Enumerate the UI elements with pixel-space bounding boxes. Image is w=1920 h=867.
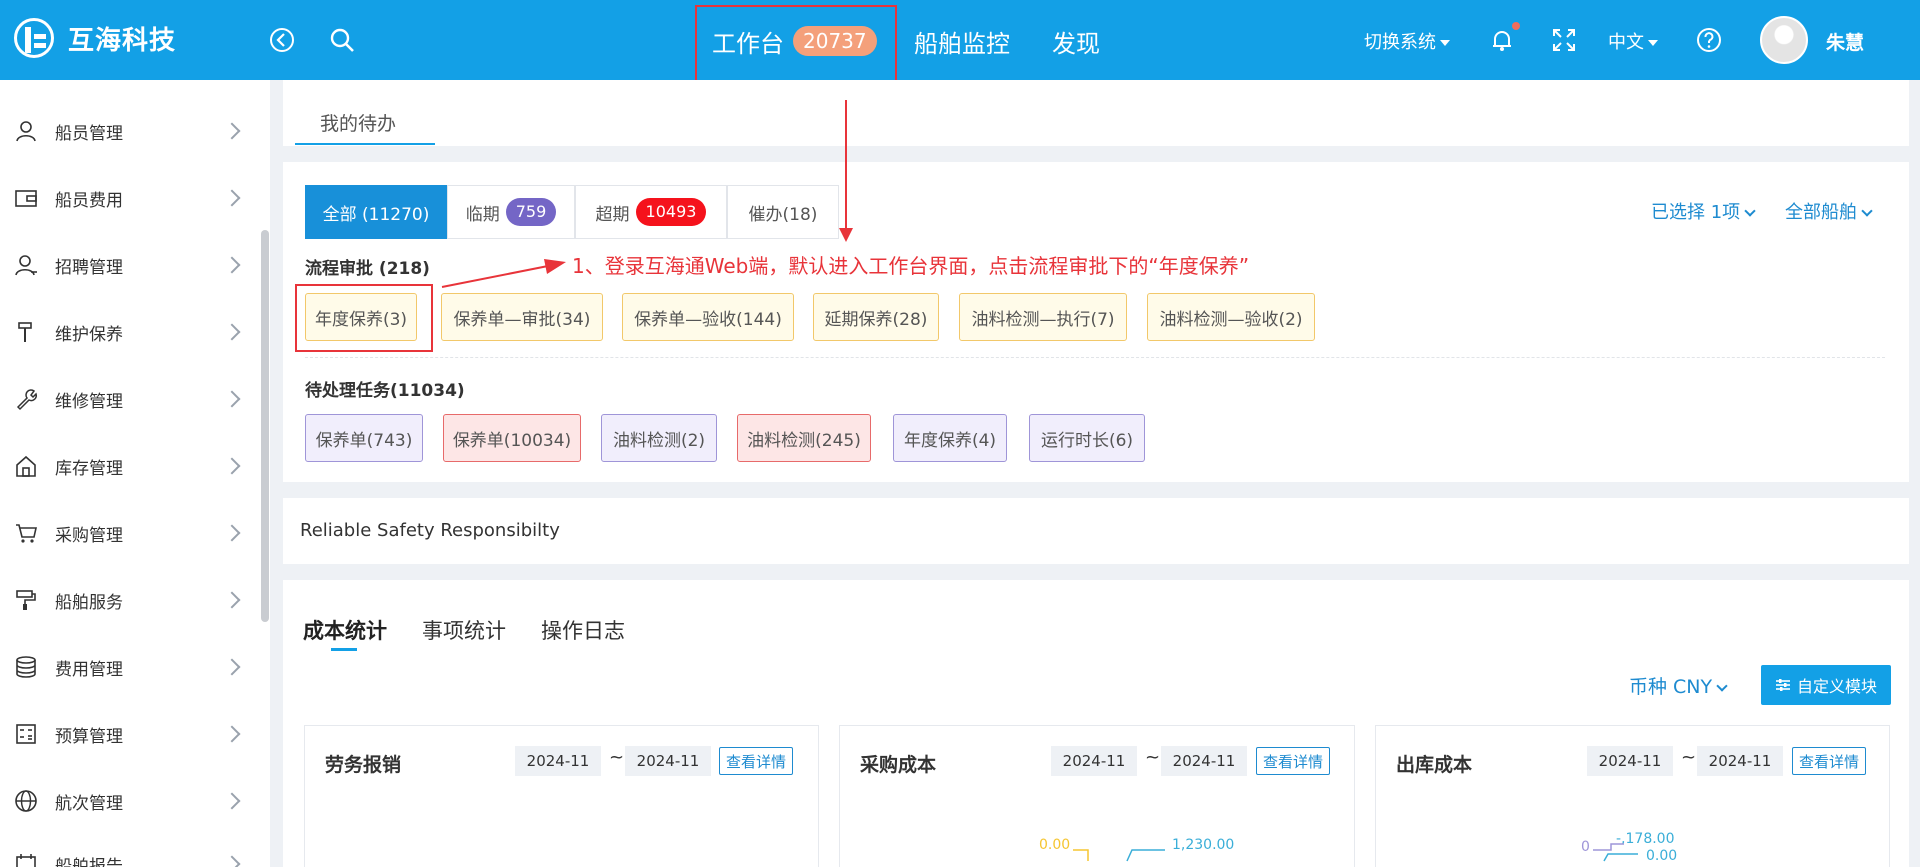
- currency-label: 币种 CNY: [1629, 676, 1713, 698]
- outbound-cost-card: 出库成本 2024-11 ~ 2024-11 查看详情 0 -,178.00 0…: [1375, 725, 1890, 867]
- date-from-value: 2024-11: [526, 752, 590, 770]
- view-detail-label: 查看详情: [726, 752, 787, 771]
- tab-cost-stats[interactable]: 成本统计: [303, 615, 387, 645]
- date-from-picker[interactable]: 2024-11: [515, 746, 601, 776]
- date-to-value: 2024-11: [636, 752, 700, 770]
- card-title: 劳务报销: [325, 754, 402, 776]
- view-detail-button[interactable]: 查看详情: [719, 747, 794, 775]
- stats-tab-underline: [331, 648, 357, 651]
- date-range-separator: ~: [609, 747, 625, 768]
- tab-operation-log[interactable]: 操作日志: [541, 615, 625, 645]
- labor-reimbursement-card: 劳务报销 2024-11 ~ 2024-11 查看详情: [304, 725, 819, 867]
- purchase-cost-chart-lines: [1073, 849, 1165, 862]
- currency-dropdown[interactable]: 币种 CNY: [1629, 672, 1728, 699]
- custom-module-button[interactable]: 自定义模块: [1761, 665, 1891, 705]
- chevron-down-icon: [1716, 680, 1728, 692]
- purchase-cost-card: 采购成本 2024-11 ~ 2024-11 查看详情 0.00 1,230.0…: [839, 725, 1355, 867]
- motto-text: Reliable Safety Responsibilty: [300, 520, 560, 541]
- custom-module-label: 自定义模块: [1796, 677, 1877, 696]
- stats-panel: 成本统计 事项统计 操作日志 币种 CNY 自定义模块 劳务报销 2024-11…: [283, 580, 1909, 867]
- outbound-cost-chart-lines: [1593, 843, 1638, 862]
- sliders-icon: [1775, 679, 1790, 691]
- date-to-picker[interactable]: 2024-11: [625, 746, 711, 776]
- motto-bar: Reliable Safety Responsibilty: [283, 498, 1909, 564]
- tab-item-stats[interactable]: 事项统计: [422, 615, 506, 645]
